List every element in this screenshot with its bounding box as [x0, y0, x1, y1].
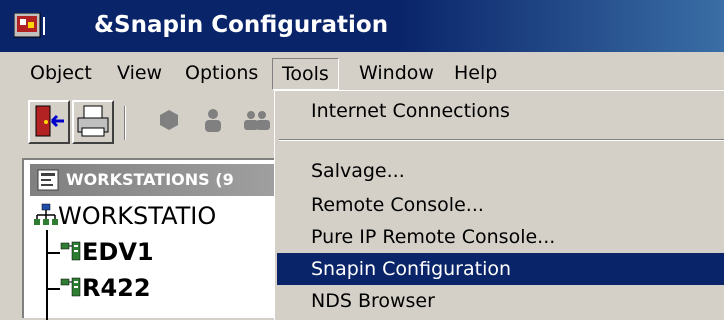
menu-item-nds-browser[interactable]: NDS Browser — [277, 285, 724, 317]
tree-item[interactable]: EDV1 — [60, 236, 154, 270]
tree-connector — [46, 252, 60, 254]
menu-tools[interactable]: Tools — [272, 58, 339, 90]
tree-header: WORKSTATIONS (9 — [30, 164, 280, 196]
menu-window[interactable]: Window — [351, 58, 442, 90]
workstation-icon — [60, 238, 82, 270]
group-icon — [238, 111, 276, 144]
menu-object[interactable]: Object — [22, 58, 100, 90]
user-button[interactable] — [194, 100, 236, 144]
tree-connector — [46, 288, 60, 290]
exit-door-icon — [30, 105, 68, 146]
tree-item-label: R422 — [82, 274, 151, 302]
object-button[interactable] — [150, 100, 192, 144]
toolbar — [0, 96, 280, 156]
container-icon — [36, 168, 60, 192]
tree-item[interactable]: R422 — [60, 272, 151, 306]
menu-item-snapin-configuration[interactable]: Snapin Configuration — [277, 253, 724, 285]
menu-view[interactable]: View — [109, 58, 170, 90]
menu-item-pure-ip-remote-console[interactable]: Pure IP Remote Console... — [277, 221, 724, 253]
menu-item-internet-connections[interactable]: Internet Connections — [277, 95, 724, 127]
tools-dropdown-menu: Internet Connections Salvage... Remote C… — [274, 90, 724, 320]
menu-item-remote-console[interactable]: Remote Console... — [277, 189, 724, 221]
tree-item-label: EDV1 — [82, 238, 154, 266]
workstation-icon — [60, 274, 82, 306]
exit-button[interactable] — [28, 100, 70, 144]
tree-connector — [46, 230, 48, 320]
tree-header-label: WORKSTATIONS (9 — [66, 170, 234, 189]
object-icon — [150, 110, 188, 144]
app-icon[interactable] — [13, 12, 48, 39]
print-button[interactable] — [72, 100, 114, 144]
menu-item-salvage[interactable]: Salvage... — [277, 155, 724, 187]
tree-root[interactable]: WORKSTATIO — [34, 200, 216, 235]
menu-help[interactable]: Help — [446, 58, 505, 90]
title-bar: &Snapin Configuration — [0, 0, 724, 52]
tree-panel: WORKSTATIONS (9 WORKSTATIO EDV1 R422 — [22, 158, 280, 320]
menu-options[interactable]: Options — [177, 58, 266, 90]
printer-icon — [74, 105, 112, 146]
toolbar-separator — [124, 106, 126, 140]
menu-separator — [279, 139, 724, 141]
user-icon — [194, 109, 232, 144]
tree-root-label: WORKSTATIO — [58, 202, 217, 230]
window-title: &Snapin Configuration — [94, 12, 389, 38]
